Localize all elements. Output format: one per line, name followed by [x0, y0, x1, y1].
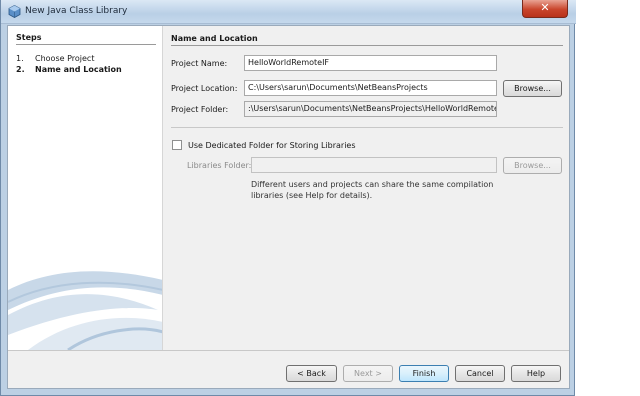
cancel-button[interactable]: Cancel [455, 365, 505, 382]
project-location-label: Project Location: [171, 84, 238, 93]
step-label: Name and Location [35, 65, 122, 74]
steps-title: Steps [16, 33, 42, 42]
steps-panel: Steps 1. Choose Project 2. Name and Locati… [8, 26, 163, 350]
section-title: Name and Location [171, 34, 258, 43]
step-choose-project: 1. Choose Project [16, 54, 94, 63]
netbeans-swoosh-graphic [8, 271, 162, 350]
dedicated-folder-checkbox[interactable] [172, 140, 182, 150]
step-number: 1. [16, 54, 24, 63]
project-name-input[interactable]: HelloWorldRemoteIF [244, 55, 497, 71]
title-bar[interactable]: New Java Class Library ✕ [1, 0, 576, 24]
libraries-folder-input[interactable] [251, 157, 497, 173]
separator [171, 127, 563, 128]
steps-divider [16, 44, 156, 45]
browse-location-button[interactable]: Browse... [503, 80, 562, 97]
finish-button[interactable]: Finish [399, 365, 449, 382]
back-button[interactable]: < Back [286, 365, 337, 382]
step-number: 2. [16, 65, 25, 74]
libraries-help-text-line1: Different users and projects can share t… [251, 180, 494, 189]
project-folder-field[interactable]: :\Users\sarun\Documents\NetBeansProjects… [244, 101, 497, 117]
help-button[interactable]: Help [511, 365, 561, 382]
dedicated-folder-label[interactable]: Use Dedicated Folder for Storing Librari… [188, 141, 356, 150]
section-divider [171, 45, 563, 46]
project-folder-label: Project Folder: [171, 105, 229, 114]
next-button[interactable]: Next > [343, 365, 393, 382]
wizard-client-area: Steps 1. Choose Project 2. Name and Locati… [7, 25, 570, 389]
libraries-help-text-line2: libraries (see Help for details). [251, 191, 373, 200]
project-location-input[interactable]: C:\Users\sarun\Documents\NetBeansProject… [244, 80, 497, 96]
browse-libraries-button[interactable]: Browse... [503, 157, 562, 174]
close-icon: ✕ [540, 1, 550, 14]
window-title: New Java Class Library [25, 6, 128, 16]
netbeans-cube-icon [8, 5, 21, 18]
project-name-label: Project Name: [171, 59, 228, 68]
step-name-and-location: 2. Name and Location [16, 65, 122, 74]
dialog-window: New Java Class Library ✕ Steps 1. Choose … [0, 0, 576, 396]
step-label: Choose Project [35, 54, 95, 63]
button-bar-divider [8, 350, 569, 351]
libraries-folder-label: Libraries Folder: [187, 161, 252, 170]
close-button[interactable]: ✕ [522, 0, 568, 18]
